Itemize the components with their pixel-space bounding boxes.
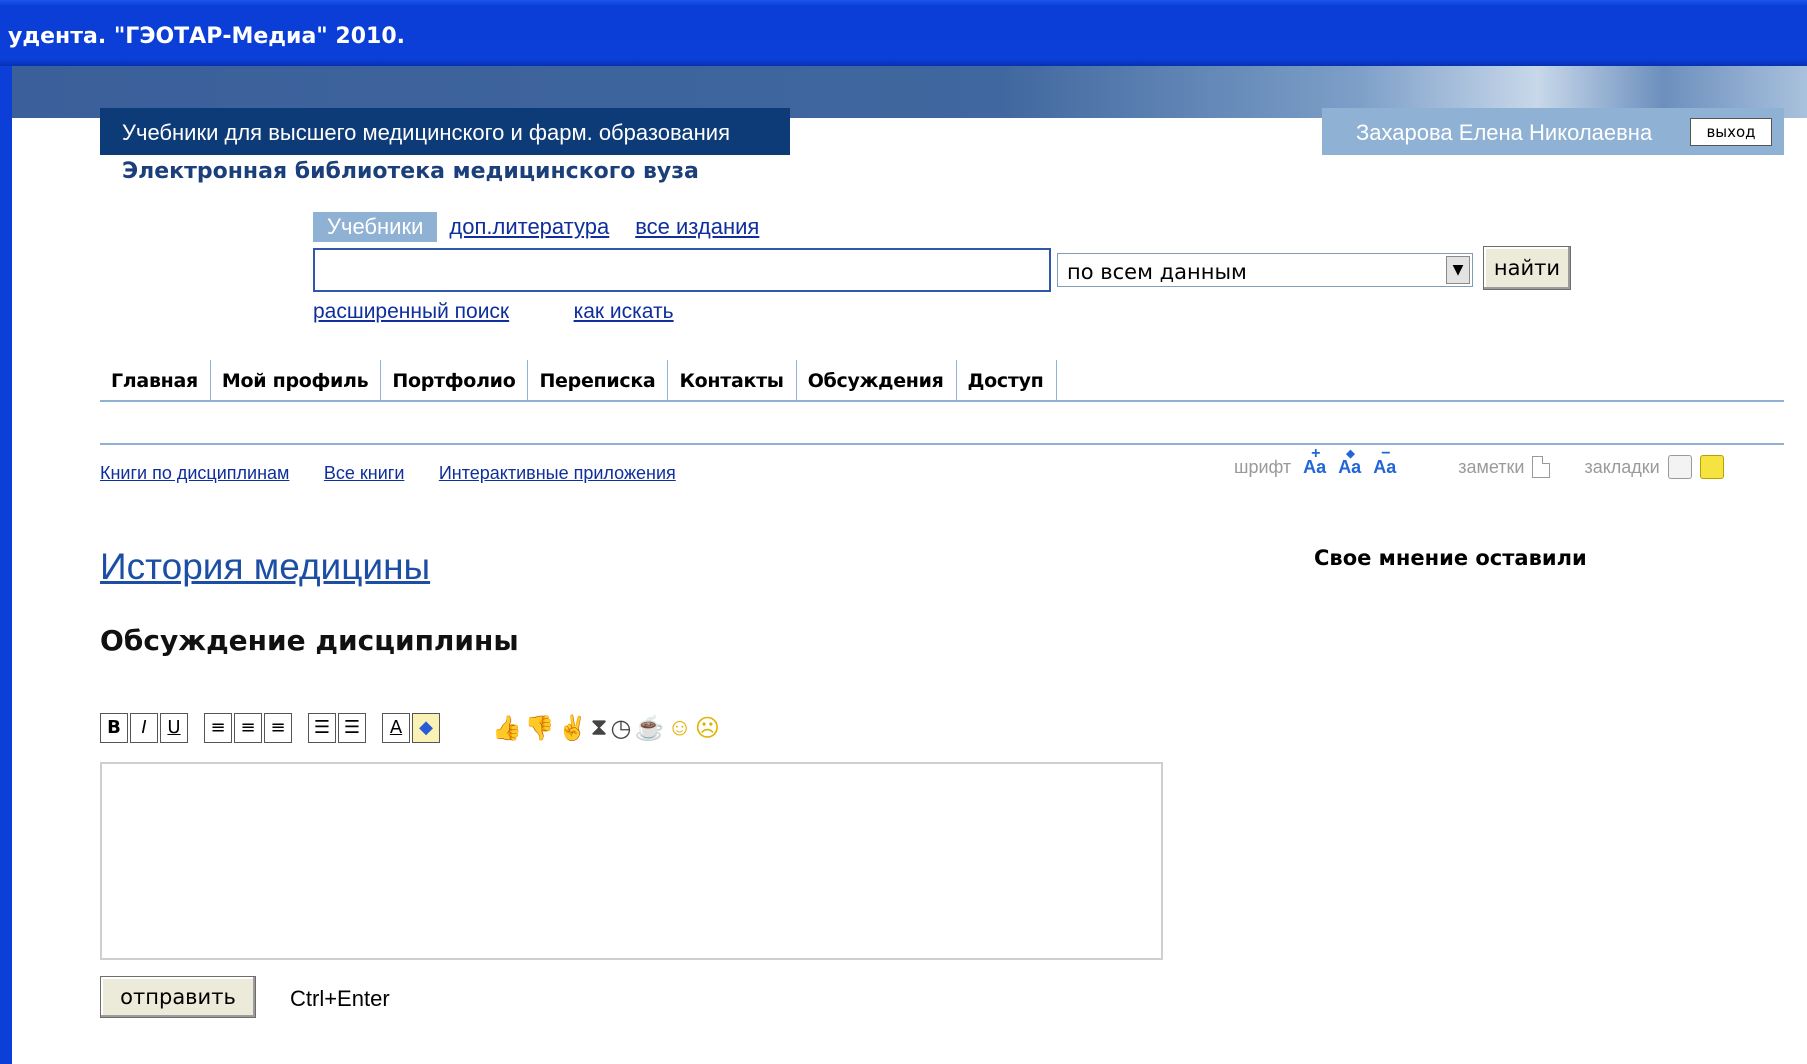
- tab-all-editions[interactable]: все издания: [635, 214, 759, 240]
- bookmark-add-icon[interactable]: [1667, 455, 1692, 479]
- tab-additional-literature[interactable]: доп.литература: [449, 214, 609, 240]
- message-textarea[interactable]: [100, 762, 1163, 960]
- search-links: расширенный поиск как искать: [313, 300, 734, 324]
- sub-nav-all-books[interactable]: Все книги: [324, 463, 405, 483]
- thumbs-down-icon[interactable]: 👎: [525, 714, 555, 743]
- underline-button[interactable]: U: [160, 713, 188, 743]
- send-button[interactable]: отправить: [100, 976, 256, 1018]
- sub-nav-books-by-discipline[interactable]: Книги по дисциплинам: [100, 463, 289, 483]
- search-tabs: Учебники доп.литература все издания: [313, 212, 785, 242]
- fill-color-button[interactable]: ◆: [412, 713, 440, 743]
- hourglass-icon[interactable]: ⧗: [591, 714, 608, 742]
- ordered-list-button[interactable]: ☰: [308, 713, 336, 743]
- nav-item-home[interactable]: Главная: [100, 360, 211, 402]
- discussion-heading: Обсуждение дисциплины: [100, 624, 519, 657]
- notes-icon[interactable]: [1532, 456, 1551, 478]
- sub-nav-interactive-apps[interactable]: Интерактивные приложения: [439, 463, 676, 483]
- nav-divider: [100, 443, 1784, 445]
- window-titlebar: удента. "ГЭОТАР-Медиа" 2010.: [0, 0, 1807, 66]
- coffee-icon[interactable]: ☕: [634, 714, 664, 743]
- tab-textbooks[interactable]: Учебники: [313, 212, 438, 242]
- italic-button[interactable]: I: [130, 713, 158, 743]
- site-subtitle: Электронная библиотека медицинского вуза: [122, 159, 699, 184]
- nav-divider: [100, 400, 1784, 402]
- align-center-button[interactable]: ≡: [234, 713, 262, 743]
- notes-label[interactable]: заметки: [1458, 457, 1524, 478]
- advanced-search-link[interactable]: расширенный поиск: [313, 300, 509, 323]
- smile-icon[interactable]: ☺: [667, 714, 692, 742]
- window-frame-left: [0, 66, 12, 1064]
- font-label: шрифт: [1234, 456, 1292, 477]
- shortcut-hint: Ctrl+Enter: [290, 986, 390, 1011]
- chevron-down-icon[interactable]: ▼: [1446, 256, 1470, 284]
- nav-item-access[interactable]: Доступ: [957, 360, 1057, 402]
- nav-item-portfolio[interactable]: Портфолио: [381, 360, 529, 402]
- font-plus: +: [1311, 444, 1321, 462]
- sub-nav: Книги по дисциплинам Все книги Интеракти…: [100, 463, 706, 484]
- thumbs-up-icon[interactable]: 👍: [492, 714, 522, 743]
- user-name: Захарова Елена Николаевна: [1356, 120, 1653, 145]
- find-button[interactable]: найти: [1483, 246, 1571, 290]
- discipline-title[interactable]: История медицины: [100, 546, 430, 588]
- align-left-button[interactable]: ≡: [204, 713, 232, 743]
- nav-item-profile[interactable]: Мой профиль: [211, 360, 382, 402]
- text-color-button[interactable]: A: [382, 713, 410, 743]
- main-nav: Главная Мой профиль Портфолио Переписка …: [100, 360, 1057, 402]
- nav-item-contacts[interactable]: Контакты: [668, 360, 797, 402]
- nav-item-messages[interactable]: Переписка: [528, 360, 669, 402]
- bookmarks-list-icon[interactable]: [1699, 455, 1724, 479]
- logout-button[interactable]: выход: [1690, 118, 1772, 146]
- search-input[interactable]: [313, 248, 1051, 292]
- reading-tools: шрифт Aa + Aa ◆ Aa − заметки закладки: [1234, 445, 1724, 479]
- sad-icon[interactable]: ☹: [695, 714, 720, 743]
- font-glyph: Aa: [1338, 456, 1362, 477]
- font-decrease-icon[interactable]: Aa −: [1373, 445, 1396, 478]
- bold-button[interactable]: B: [100, 713, 128, 743]
- font-increase-icon[interactable]: Aa +: [1303, 445, 1326, 478]
- nav-item-discussions[interactable]: Обсуждения: [797, 360, 957, 402]
- font-reset-icon[interactable]: Aa ◆: [1338, 448, 1362, 478]
- opinion-label: Свое мнение оставили: [1314, 546, 1587, 570]
- victory-icon[interactable]: ✌: [558, 714, 588, 743]
- search-scope-value: по всем данным: [1067, 260, 1247, 284]
- font-minus: −: [1381, 444, 1391, 462]
- search-help-link[interactable]: как искать: [574, 300, 674, 323]
- unordered-list-button[interactable]: ☰: [338, 713, 366, 743]
- clock-icon[interactable]: ◷: [611, 714, 632, 743]
- font-reset-mark: ◆: [1346, 447, 1355, 460]
- brand-box: Учебники для высшего медицинского и фарм…: [100, 108, 790, 155]
- bookmarks-label[interactable]: закладки: [1584, 457, 1659, 478]
- window-title: удента. "ГЭОТАР-Медиа" 2010.: [8, 24, 406, 49]
- search-scope-select[interactable]: по всем данным ▼: [1057, 253, 1473, 287]
- emoticons-bar: 👍 👎 ✌ ⧗ ◷ ☕ ☺ ☹: [492, 714, 723, 743]
- brand-title: Учебники для высшего медицинского и фарм…: [122, 120, 730, 145]
- editor-toolbar: B I U ≡ ≡ ≡ ☰ ☰ A ◆ 👍 👎 ✌ ⧗ ◷ ☕ ☺ ☹: [100, 711, 723, 745]
- align-right-button[interactable]: ≡: [264, 713, 292, 743]
